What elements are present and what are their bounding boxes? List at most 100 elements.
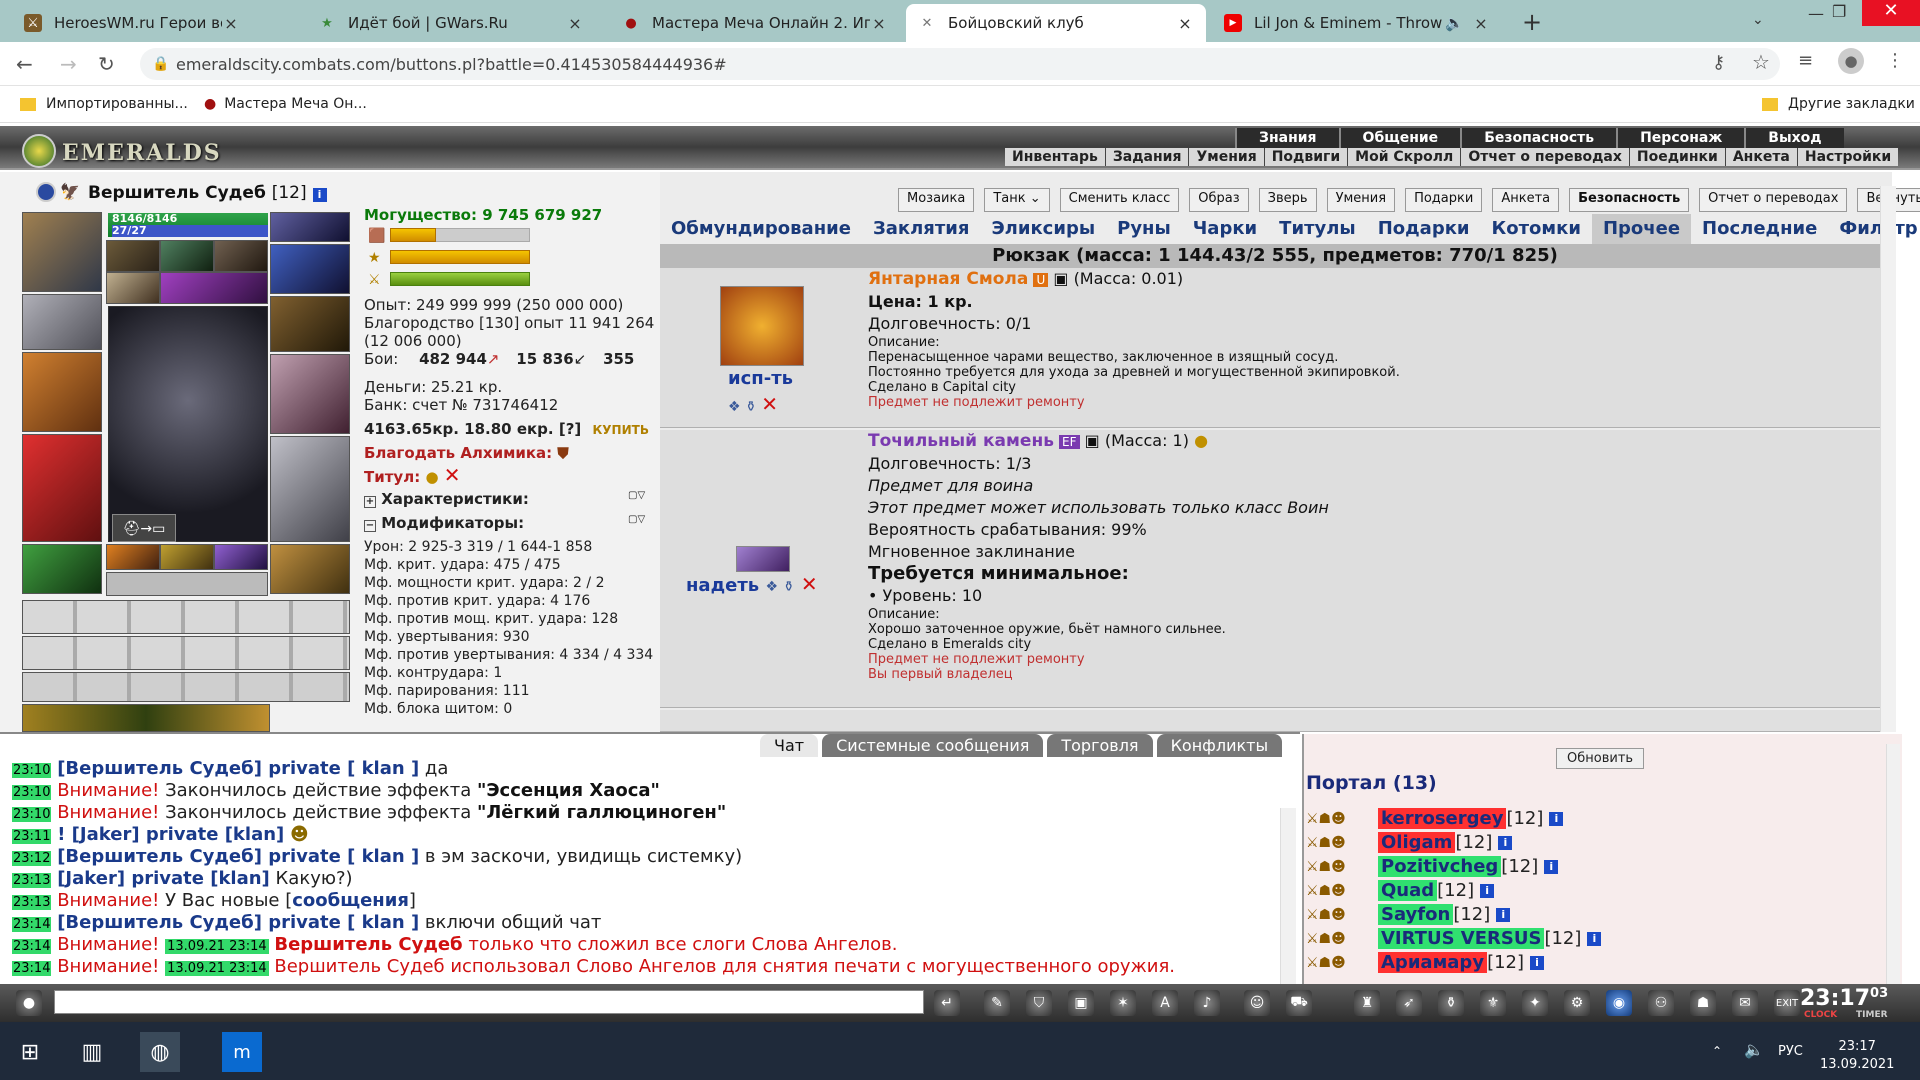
characteristics-toggle[interactable]: + Характеристики: — [364, 490, 654, 508]
info-icon[interactable]: i — [1530, 955, 1545, 970]
volume-icon[interactable]: 🔈 — [1744, 1040, 1764, 1059]
tab-youtube[interactable]: ▶ Lil Jon & Eminem - Throw It 🔈 × — [1212, 4, 1502, 42]
menu-knowledge[interactable]: Знания — [1235, 128, 1339, 148]
fight-icon[interactable]: ✶ — [1110, 990, 1136, 1016]
key-icon[interactable]: ⚷ — [1712, 52, 1725, 73]
inventory-scrollbar[interactable] — [1880, 186, 1896, 732]
font-icon[interactable]: A — [1152, 990, 1178, 1016]
player-name[interactable]: Ариамару — [1378, 952, 1488, 973]
armor-slot[interactable] — [22, 434, 102, 542]
necklace-slot[interactable] — [270, 244, 350, 294]
filter-icon[interactable]: ⛉ — [1026, 990, 1052, 1016]
gifts-button[interactable]: Подарки — [1405, 188, 1483, 212]
extra-slots[interactable] — [22, 704, 270, 732]
info-icon[interactable]: i — [312, 188, 327, 202]
tab-runes[interactable]: Руны — [1106, 214, 1182, 244]
minimize-button[interactable]: — — [1808, 4, 1824, 23]
player-name[interactable]: Oligam — [1378, 832, 1456, 853]
character-avatar[interactable] — [108, 306, 268, 542]
player-name[interactable]: Pozitivcheg — [1378, 856, 1502, 877]
submenu-fights[interactable]: Поединки — [1630, 148, 1726, 166]
bookmark-star-icon[interactable]: ☆ — [1752, 50, 1770, 74]
pocket-slots-row1[interactable] — [22, 600, 350, 634]
maxthon-icon[interactable]: m — [222, 1032, 262, 1072]
new-tab-button[interactable]: + — [1522, 8, 1542, 36]
submenu-feats[interactable]: Подвиги — [1265, 148, 1349, 166]
spell-slot[interactable] — [160, 272, 268, 304]
tab-titles[interactable]: Титулы — [1268, 214, 1367, 244]
player-name[interactable]: Sayfon — [1378, 904, 1454, 925]
smiley-icon[interactable]: ☺ — [1244, 990, 1270, 1016]
tab-heroeswm[interactable]: ⚔ HeroesWM.ru Герои войны и де × — [12, 4, 252, 42]
portal-player[interactable]: ⚔☗☻ Pozitivcheg [12] i — [1306, 856, 1559, 877]
language-indicator[interactable]: РУС — [1778, 1044, 1803, 1059]
buy-link[interactable]: КУПИТЬ — [593, 423, 649, 437]
helmet-slot[interactable] — [22, 212, 102, 292]
backpack-icon[interactable]: ♜ — [1354, 990, 1380, 1016]
gloves-slot[interactable] — [270, 296, 350, 352]
role-select[interactable]: Танк ⌄ — [984, 188, 1050, 212]
portal-player[interactable]: ⚔☗☻ Oligam [12] i — [1306, 832, 1513, 853]
close-icon[interactable]: × — [222, 14, 240, 33]
chat-sender[interactable]: [Jaker] private [klan] — [57, 868, 270, 889]
submenu-profile[interactable]: Анкета — [1726, 148, 1798, 166]
skills-button[interactable]: Умения — [1326, 188, 1396, 212]
sort-arrows-icon[interactable]: ▢▽ — [628, 514, 645, 525]
clan-menu-icon[interactable]: ☗ — [1690, 990, 1716, 1016]
save-icon[interactable]: ▣ — [1068, 990, 1094, 1016]
eraser-icon[interactable]: ✎ — [984, 990, 1010, 1016]
mail-icon[interactable]: ✉ — [1732, 990, 1758, 1016]
tab-bags[interactable]: Котомки — [1481, 214, 1592, 244]
tab-fight-club[interactable]: ✕ Бойцовский клуб × — [906, 4, 1206, 42]
info-icon[interactable]: i — [1544, 859, 1559, 874]
tab-chat[interactable]: Чат — [760, 734, 819, 757]
ring-slot[interactable] — [214, 240, 268, 272]
chrome-icon[interactable]: ◍ — [140, 1032, 180, 1072]
modifiers-toggle[interactable]: − Модификаторы: — [364, 514, 654, 532]
map-icon[interactable]: ⚙ — [1564, 990, 1590, 1016]
reload-icon[interactable]: ↻ — [98, 52, 115, 76]
close-icon[interactable]: × — [1472, 14, 1490, 33]
transfer-report-button[interactable]: Отчет о переводах — [1699, 188, 1848, 212]
timer-label[interactable]: TIMER — [1856, 1010, 1888, 1020]
translit-icon[interactable]: ⛟ — [1286, 990, 1312, 1016]
submenu-skills[interactable]: Умения — [1189, 148, 1265, 166]
player-name[interactable]: kerrosergey — [1378, 808, 1507, 829]
player-name[interactable]: VIRTUS VERSUS — [1378, 928, 1545, 949]
back-icon[interactable]: ← — [16, 52, 33, 76]
group-icon[interactable]: ⚇ — [1648, 990, 1674, 1016]
info-icon[interactable]: i — [1480, 883, 1495, 898]
tab-system-messages[interactable]: Системные сообщения — [822, 734, 1044, 757]
close-icon[interactable]: × — [1176, 14, 1194, 33]
portal-player[interactable]: ⚔☗☻ Ариамару [12] i — [1306, 952, 1545, 973]
tab-gwars[interactable]: ★ Идёт бой | GWars.Ru × — [306, 4, 596, 42]
ring-slot[interactable] — [106, 240, 160, 272]
info-icon[interactable]: i — [1498, 835, 1513, 850]
url-field[interactable]: 🔒 emeraldscity.combats.com/buttons.pl?ba… — [140, 48, 1780, 80]
rocket-icon[interactable]: ➶ — [1396, 990, 1422, 1016]
tab-equipment[interactable]: Обмундирование — [660, 214, 862, 244]
outfit-swap-icon[interactable]: ⛑→▭ — [112, 514, 176, 542]
chat-sender[interactable]: [Вершитель Судеб] private [ klan ] — [57, 912, 419, 933]
info-icon[interactable]: i — [1496, 907, 1511, 922]
exit-icon[interactable]: EXIT — [1774, 990, 1800, 1016]
use-link[interactable]: исп-ть — [728, 368, 793, 389]
menu-security[interactable]: Безопасность — [1460, 128, 1616, 148]
refresh-button[interactable]: Обновить — [1556, 748, 1645, 769]
reading-list-icon[interactable]: ≡ — [1798, 50, 1813, 71]
tray-arrow-icon[interactable]: ⌃ — [1712, 1044, 1722, 1058]
speaker-icon[interactable]: 🔈 — [1445, 14, 1464, 32]
world-icon[interactable]: ◉ — [1606, 990, 1632, 1016]
chat-settings-icon[interactable]: ● — [16, 990, 42, 1016]
pocket-slots-row2[interactable] — [22, 636, 350, 670]
potion-icon[interactable]: ⚱ — [1438, 990, 1464, 1016]
portal-player[interactable]: ⚔☗☻ VIRTUS VERSUS [12] i — [1306, 928, 1602, 949]
earring-slot[interactable] — [270, 212, 350, 242]
submenu-settings[interactable]: Настройки — [1798, 148, 1898, 166]
info-icon[interactable]: i — [1587, 931, 1602, 946]
tab-sword-masters[interactable]: ● Мастера Меча Онлайн 2. Играт × — [610, 4, 900, 42]
bookmark-sword-masters[interactable]: ● Мастера Меча Он... — [204, 96, 367, 112]
bracers-slot[interactable] — [22, 294, 102, 350]
amulet-slot[interactable] — [106, 272, 160, 304]
portal-player[interactable]: ⚔☗☻ Sayfon [12] i — [1306, 904, 1511, 925]
